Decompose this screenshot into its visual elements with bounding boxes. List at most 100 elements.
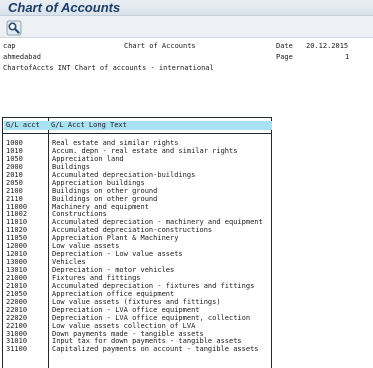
table-row[interactable]: 21010 Accumulated depreciation - fixtures… (3, 282, 271, 290)
gl-account-number[interactable]: 13000 (6, 258, 27, 266)
gl-account-long-text: Accumulated depreciation-buildings (52, 170, 196, 179)
gl-account-number[interactable]: 31010 (6, 337, 27, 345)
gl-account-number[interactable]: 31100 (6, 345, 27, 353)
table-row[interactable]: 31010 Input tax for down payments - tangi… (3, 337, 271, 345)
gl-account-number[interactable]: 11000 (6, 203, 27, 211)
gl-account-long-text: Depreciation - Low value assets (52, 250, 183, 259)
report-header-line-3: ChartofAccts INT Chart of accounts - int… (2, 64, 371, 73)
table-row[interactable]: 11050 Appreciation Plant & Machinery (3, 234, 271, 242)
gl-account-long-text: Capitalized payments on account - tangib… (52, 345, 259, 354)
gl-account-long-text: Depreciation - LVA office equipment (52, 305, 200, 314)
report-header-line-2: ahmedabad Page 1 (2, 53, 371, 62)
table-row[interactable]: 13000 Vehicles (3, 258, 271, 266)
search-icon (6, 20, 22, 36)
gl-account-number[interactable]: 2010 (6, 171, 23, 179)
table-row[interactable]: 1010 Accum. depn - real estate and simila… (3, 147, 271, 155)
gl-account-number[interactable]: 12000 (6, 242, 27, 250)
table-row[interactable]: 11020 Accumulated depreciation-constructi… (3, 226, 271, 234)
gl-account-long-text: Buildings on other ground (52, 194, 158, 203)
table-row[interactable]: 11010 Accumulated depreciation - machiner… (3, 218, 271, 226)
gl-account-long-text: Down payments made - tangible assets (52, 329, 204, 338)
gl-account-number[interactable]: 1010 (6, 147, 23, 155)
gl-account-long-text: Depreciation - LVA office equipment, col… (52, 313, 251, 322)
gl-account-long-text: Buildings on other ground (52, 186, 158, 195)
chart-of-accounts-description: ChartofAccts INT Chart of accounts - int… (3, 64, 214, 72)
search-button[interactable] (5, 19, 22, 36)
table-row[interactable]: 2050 Appreciation buildings (3, 179, 271, 187)
report-title: Chart of Accounts (124, 42, 196, 50)
table-header[interactable]: G/L acct G/L Acct Long Text (4, 121, 272, 130)
gl-account-number[interactable]: 2100 (6, 187, 23, 195)
gl-account-number[interactable]: 22010 (6, 306, 27, 314)
gl-account-long-text: Machinery and equipment (52, 202, 149, 211)
gl-account-number[interactable]: 22020 (6, 314, 27, 322)
table-row[interactable]: 31100 Capitalized payments on account - t… (3, 345, 271, 353)
column-header-gl-account[interactable]: G/L acct (6, 121, 40, 130)
table-row[interactable]: 11000 Machinery and equipment (3, 203, 271, 211)
table-row[interactable]: 31000 Down payments made - tangible asset… (3, 330, 271, 338)
gl-account-long-text: Appreciation office equipment (52, 289, 175, 298)
gl-account-number[interactable]: 11002 (6, 210, 27, 218)
gl-account-number[interactable]: 21050 (6, 290, 27, 298)
gl-account-number[interactable]: 22100 (6, 322, 27, 330)
table-row[interactable]: 11002 Constructions (3, 210, 271, 218)
table-row[interactable]: 22000 Low value assets (fixtures and fitt… (3, 298, 271, 306)
table-row[interactable]: 21000 Fixtures and fittings (3, 274, 271, 282)
gl-account-number[interactable]: 11010 (6, 218, 27, 226)
gl-account-number[interactable]: 31000 (6, 330, 27, 338)
table-row[interactable]: 21050 Appreciation office equipment (3, 290, 271, 298)
window-title: Chart of Accounts (8, 0, 121, 15)
gl-account-number[interactable]: 11050 (6, 234, 27, 242)
table-row[interactable]: 1050 Appreciation land (3, 155, 271, 163)
toolbar (0, 16, 373, 38)
gl-account-number[interactable]: 22000 (6, 298, 27, 306)
table-row[interactable]: 2010 Accumulated depreciation-buildings (3, 171, 271, 179)
gl-account-number[interactable]: 11020 (6, 226, 27, 234)
gl-account-number[interactable]: 2110 (6, 195, 23, 203)
gl-account-long-text: Low value assets (fixtures and fittings) (52, 297, 221, 306)
gl-account-number[interactable]: 2050 (6, 179, 23, 187)
gl-account-long-text: Input tax for down payments - tangible a… (52, 337, 242, 346)
date-label: Date (276, 42, 293, 50)
gl-account-number[interactable]: 1050 (6, 155, 23, 163)
header-divider (3, 133, 271, 134)
page-number: 1 (345, 53, 350, 61)
title-bar: Chart of Accounts (0, 0, 373, 16)
gl-account-long-text: Depreciation - motor vehicles (52, 266, 175, 274)
gl-account-long-text: Accumulated depreciation-constructions (52, 226, 213, 235)
table-row[interactable]: 2100 Buildings on other ground (3, 187, 271, 195)
gl-account-number[interactable]: 2000 (6, 163, 23, 171)
table-row[interactable]: 2110 Buildings on other ground (3, 195, 271, 203)
table-row[interactable]: 1000 Real estate and similar rights (3, 139, 271, 147)
gl-account-long-text: Appreciation land (52, 154, 124, 163)
gl-account-long-text: Vehicles (52, 258, 86, 267)
table-row[interactable]: 12000 Low value assets (3, 242, 271, 250)
gl-account-number[interactable]: 1000 (6, 139, 23, 147)
gl-account-long-text: Appreciation buildings (52, 178, 145, 187)
gl-account-number[interactable]: 21000 (6, 274, 27, 282)
gl-account-long-text: Buildings (52, 162, 90, 171)
report-header-line-1: cap Chart of Accounts Date 20.12.2015 (2, 42, 371, 51)
gl-account-long-text: Low value assets (52, 242, 120, 251)
table-row[interactable]: 13010 Depreciation - motor vehicles (3, 266, 271, 274)
page-label: Page (276, 53, 293, 61)
gl-account-number[interactable]: 21010 (6, 282, 27, 290)
gl-account-long-text: Accumulated depreciation - machinery and… (52, 218, 263, 227)
gl-account-long-text: Real estate and similar rights (52, 139, 179, 147)
table-row[interactable]: 12010 Depreciation - Low value assets (3, 250, 271, 258)
gl-account-long-text: Fixtures and fittings (52, 273, 141, 282)
table-body: 1000 Real estate and similar rights 1010 Ac… (3, 139, 271, 353)
table-row[interactable]: 22020 Depreciation - LVA office equipment… (3, 314, 271, 322)
table-row[interactable]: 22010 Depreciation - LVA office equipment (3, 306, 271, 314)
column-header-gl-long-text[interactable]: G/L Acct Long Text (51, 121, 127, 130)
accounts-table: G/L acct G/L Acct Long Text 1000 Real est… (2, 117, 272, 368)
gl-account-long-text: Appreciation Plant & Machinery (52, 234, 179, 243)
table-row[interactable]: 22100 Low value assets collection of LVA (3, 322, 271, 330)
table-row[interactable]: 2000 Buildings (3, 163, 271, 171)
gl-account-number[interactable]: 13010 (6, 266, 27, 274)
date-value: 20.12.2015 (306, 42, 349, 50)
company-code: cap (3, 42, 16, 50)
gl-account-number[interactable]: 12010 (6, 250, 27, 258)
gl-account-long-text: Constructions (52, 210, 107, 219)
gl-account-long-text: Accum. depn - real estate and similar ri… (52, 146, 238, 155)
